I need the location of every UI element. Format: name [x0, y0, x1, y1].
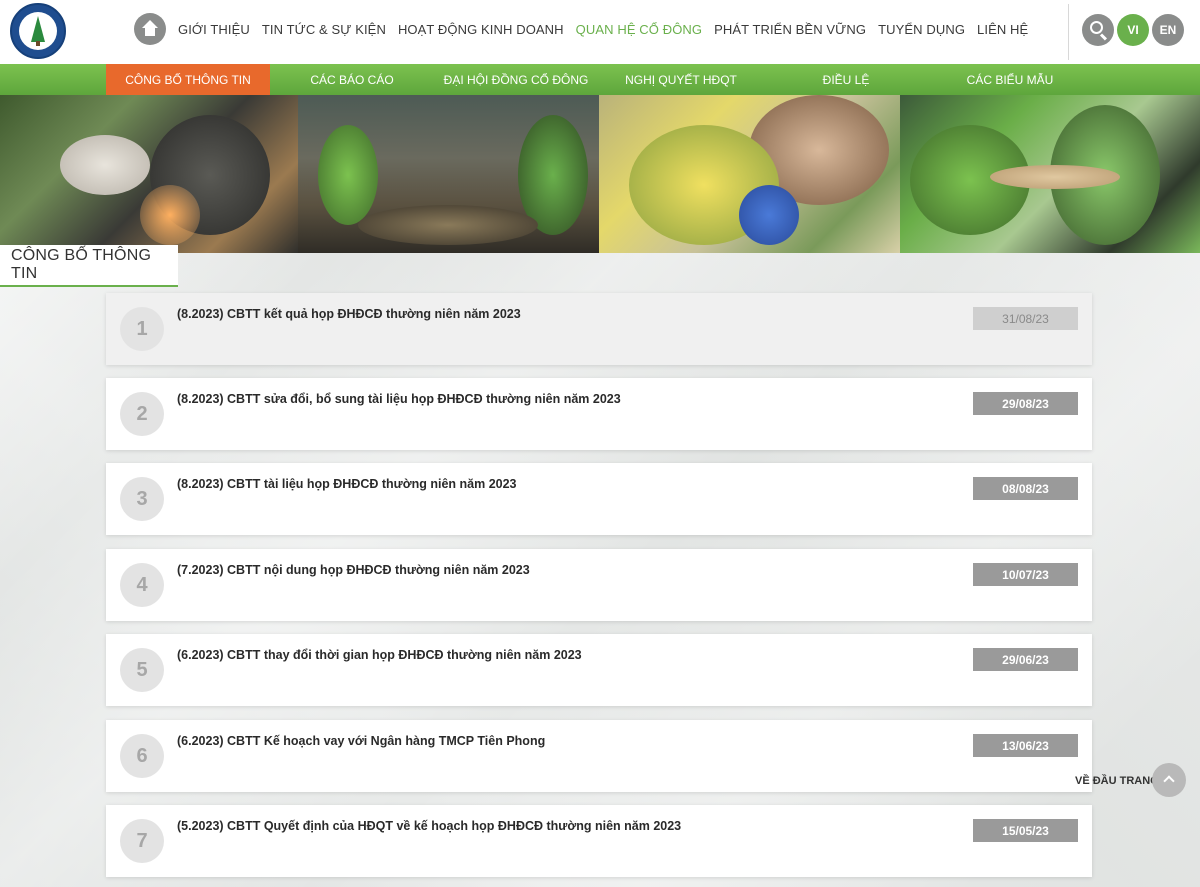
section-title: CÔNG BỐ THÔNG TIN: [0, 245, 178, 287]
list-item[interactable]: 4 (7.2023) CBTT nội dung họp ĐHĐCĐ thườn…: [106, 549, 1092, 621]
chevron-up-icon: [1163, 775, 1175, 787]
lang-en-button[interactable]: EN: [1152, 14, 1184, 46]
item-date-badge: 31/08/23: [973, 307, 1078, 330]
item-date-badge: 29/08/23: [973, 392, 1078, 415]
search-button[interactable]: [1082, 14, 1114, 46]
item-date-badge: 08/08/23: [973, 477, 1078, 500]
hero-banner: [0, 95, 1200, 253]
site-header: GIỚI THIỆU TIN TỨC & SỰ KIỆN HOẠT ĐỘNG K…: [0, 0, 1200, 64]
item-title-link[interactable]: (7.2023) CBTT nội dung họp ĐHĐCĐ thường …: [177, 563, 530, 577]
list-item[interactable]: 7 (5.2023) CBTT Quyết định của HĐQT về k…: [106, 805, 1092, 877]
nav-item-phat-trien[interactable]: PHÁT TRIỂN BỀN VỮNG: [714, 22, 866, 37]
item-date-badge: 13/06/23: [973, 734, 1078, 757]
subnav-dieu-le[interactable]: ĐIỀU LỆ: [764, 64, 928, 95]
list-item[interactable]: 3 (8.2023) CBTT tài liệu họp ĐHĐCĐ thườn…: [106, 463, 1092, 535]
item-title-link[interactable]: (8.2023) CBTT tài liệu họp ĐHĐCĐ thường …: [177, 477, 517, 491]
item-title-link[interactable]: (5.2023) CBTT Quyết định của HĐQT về kế …: [177, 819, 681, 833]
tree-icon: [31, 16, 45, 42]
item-date-badge: 10/07/23: [973, 563, 1078, 586]
sub-nav: CÔNG BỐ THÔNG TIN CÁC BÁO CÁO ĐẠI HỘI ĐỒ…: [0, 64, 1200, 95]
search-icon: [1090, 21, 1103, 34]
list-item[interactable]: 5 (6.2023) CBTT thay đổi thời gian họp Đ…: [106, 634, 1092, 706]
nav-item-tuyen-dung[interactable]: TUYỂN DỤNG: [878, 22, 965, 37]
tree-trunk: [36, 41, 40, 46]
banner-photo-grinding: [0, 95, 298, 253]
search-icon-handle: [1099, 33, 1108, 41]
banner-photo-workshop: [298, 95, 599, 253]
nav-item-tin-tuc[interactable]: TIN TỨC & SỰ KIỆN: [262, 22, 386, 37]
item-title-link[interactable]: (8.2023) CBTT kết quả họp ĐHĐCĐ thường n…: [177, 307, 521, 321]
nav-item-gioi-thieu[interactable]: GIỚI THIỆU: [178, 22, 250, 37]
company-logo[interactable]: [10, 3, 66, 59]
lang-vi-button[interactable]: VI: [1117, 14, 1149, 46]
subnav-cac-bao-cao[interactable]: CÁC BÁO CÁO: [270, 64, 434, 95]
header-divider: [1068, 4, 1069, 60]
list-item[interactable]: 2 (8.2023) CBTT sửa đổi, bổ sung tài liệ…: [106, 378, 1092, 450]
back-to-top-label[interactable]: VỀ ĐẦU TRANG: [1075, 775, 1159, 787]
item-title-link[interactable]: (6.2023) CBTT Kế hoạch vay với Ngân hàng…: [177, 734, 545, 748]
subnav-dai-hoi-dong-co-dong[interactable]: ĐẠI HỘI ĐỒNG CỔ ĐÔNG: [434, 64, 598, 95]
logo-emblem: [19, 12, 57, 50]
item-title-link[interactable]: (8.2023) CBTT sửa đổi, bổ sung tài liệu …: [177, 392, 621, 406]
nav-item-quan-he-co-dong[interactable]: QUAN HỆ CỔ ĐÔNG: [576, 22, 702, 37]
home-icon: [142, 20, 158, 28]
item-number: 4: [120, 563, 164, 607]
item-number: 7: [120, 819, 164, 863]
home-icon-body: [145, 28, 155, 36]
subnav-nghi-quyet-hdqt[interactable]: NGHỊ QUYẾT HĐQT: [598, 64, 764, 95]
nav-item-hoat-dong[interactable]: HOẠT ĐỘNG KINH DOANH: [398, 22, 564, 37]
banner-photo-tools: [900, 95, 1200, 253]
item-date-badge: 29/06/23: [973, 648, 1078, 671]
home-button[interactable]: [134, 13, 166, 45]
nav-item-lien-he[interactable]: LIÊN HỆ: [977, 22, 1028, 37]
item-date-badge: 15/05/23: [973, 819, 1078, 842]
item-number: 3: [120, 477, 164, 521]
subnav-cac-bieu-mau[interactable]: CÁC BIỂU MẪU: [928, 64, 1092, 95]
item-number: 5: [120, 648, 164, 692]
item-title-link[interactable]: (6.2023) CBTT thay đổi thời gian họp ĐHĐ…: [177, 648, 582, 662]
subnav-cong-bo-thong-tin[interactable]: CÔNG BỐ THÔNG TIN: [106, 64, 270, 95]
item-number: 2: [120, 392, 164, 436]
list-item[interactable]: 6 (6.2023) CBTT Kế hoạch vay với Ngân hà…: [106, 720, 1092, 792]
back-to-top-button[interactable]: [1152, 763, 1186, 797]
item-number: 6: [120, 734, 164, 778]
item-number: 1: [120, 307, 164, 351]
list-item[interactable]: 1 (8.2023) CBTT kết quả họp ĐHĐCĐ thường…: [106, 293, 1092, 365]
banner-photo-branch: [599, 95, 900, 253]
main-nav: GIỚI THIỆU TIN TỨC & SỰ KIỆN HOẠT ĐỘNG K…: [178, 22, 1040, 37]
